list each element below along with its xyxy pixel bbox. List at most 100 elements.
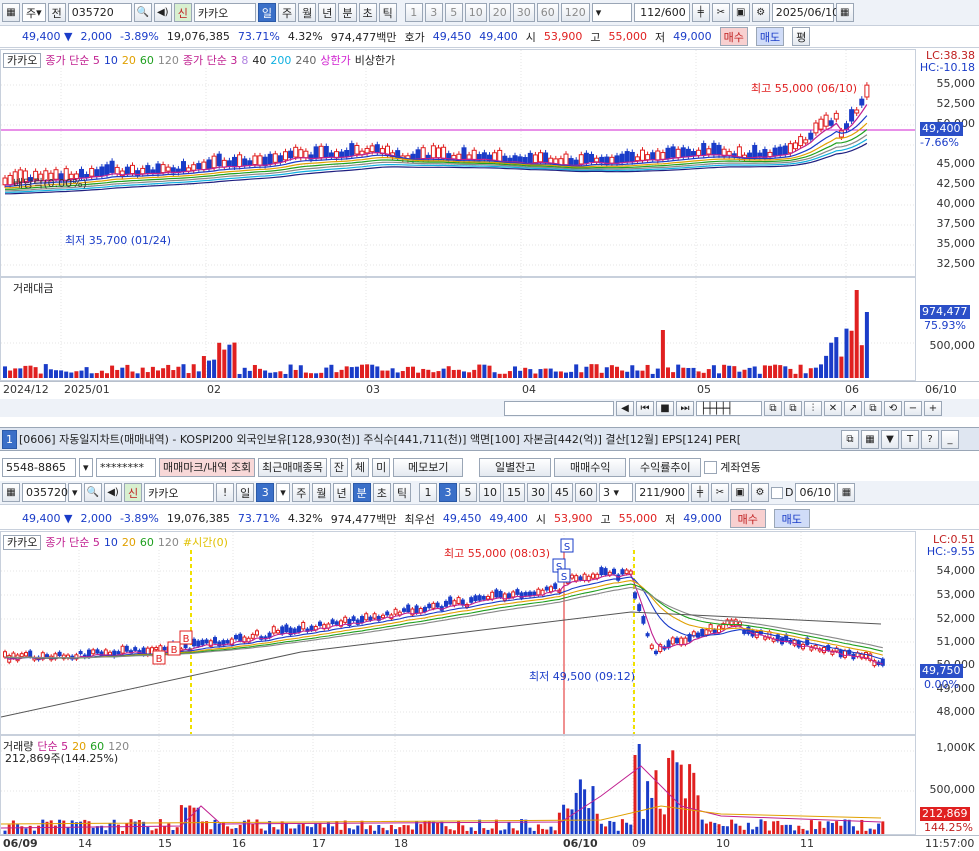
window-help-icon[interactable]: ? (921, 429, 939, 449)
search2-icon[interactable]: 🔍 (84, 483, 102, 502)
minus-icon[interactable]: − (904, 400, 922, 416)
stock-name[interactable]: 카카오 (193, 3, 256, 22)
code2-input[interactable]: 035720 (22, 483, 68, 502)
layout2-icon[interactable]: ⧉ (784, 400, 802, 416)
second2-button[interactable]: 초 (372, 483, 391, 502)
sell-button[interactable]: 매도 (755, 27, 785, 46)
date-field[interactable]: 2025/06/10 (771, 3, 839, 22)
plus-icon[interactable]: + (924, 400, 942, 416)
gear2-icon[interactable]: ⚙ (751, 483, 769, 502)
m15-button[interactable]: 15 (503, 483, 525, 502)
buy-button[interactable]: 매수 (719, 27, 748, 46)
draw-icon[interactable]: ✂ (711, 3, 730, 22)
minute-10-button[interactable]: 10 (464, 3, 487, 22)
legend-name[interactable]: 카카오 (3, 52, 42, 68)
m3-button[interactable]: 3 (439, 483, 457, 502)
week2-button[interactable]: 주 (292, 483, 311, 502)
forward-icon[interactable]: ⏭ (676, 400, 694, 416)
gear-icon[interactable]: ⚙ (751, 3, 770, 22)
minute-5-button[interactable]: 5 (444, 3, 463, 22)
password-field[interactable]: ******** (96, 457, 156, 477)
legend-ma-b[interactable]: 종가 단순 3 (183, 52, 237, 68)
daily-volume-panel[interactable]: 거래대금 (0, 277, 916, 381)
trade-mark-button[interactable]: 매매마크/내역 조회 (159, 457, 256, 477)
market-select[interactable]: 주 ▾ (22, 3, 46, 22)
link-checkbox[interactable] (704, 460, 718, 474)
return-trend-button[interactable]: 수익률추이 (629, 457, 702, 477)
speaker-icon[interactable]: ◀) (153, 3, 172, 22)
layout-icon[interactable]: ⧉ (764, 400, 782, 416)
candle-icon[interactable]: ╪ (691, 3, 710, 22)
interval-select[interactable]: 3 ▾ (599, 483, 633, 502)
d-checkbox[interactable] (771, 486, 783, 499)
balance-button[interactable]: 잔 (329, 457, 349, 477)
alert-button[interactable]: ! (216, 483, 235, 502)
year2-button[interactable]: 년 (332, 483, 351, 502)
period-month-button[interactable]: 월 (298, 3, 317, 22)
memo-button[interactable]: 메모보기 (393, 457, 464, 477)
daily-volume-chart[interactable] (1, 278, 915, 380)
period-year-button[interactable]: 년 (318, 3, 337, 22)
undo-icon[interactable]: ⟲ (884, 400, 902, 416)
account-select[interactable]: ▾ (79, 457, 93, 477)
stop-icon[interactable]: ■ (656, 400, 674, 416)
period-tick-button[interactable]: 틱 (378, 3, 397, 22)
scroll-track[interactable] (504, 400, 614, 416)
trade-profit-button[interactable]: 매매수익 (554, 457, 627, 477)
minute-volume-panel[interactable]: 거래량 단순 5 20 60 120 212,869주(144.25%) (0, 735, 916, 835)
window-grid-icon[interactable]: ▦ (861, 429, 879, 449)
daily-price-panel[interactable]: 카카오 종가 단순 5 10 20 60 120 종가 단순 3 8 40 20… (0, 49, 916, 277)
m30-button[interactable]: 30 (527, 483, 549, 502)
count2-field[interactable]: 211/900 (635, 483, 689, 502)
m45-button[interactable]: 45 (551, 483, 573, 502)
speaker2-icon[interactable]: ◀) (104, 483, 122, 502)
minute-30-button[interactable]: 30 (512, 3, 535, 22)
calendar-icon[interactable]: ▦ (835, 3, 854, 22)
cross-icon[interactable]: ✕ (824, 400, 842, 416)
count-field[interactable]: 112/600 (633, 3, 690, 22)
draw2-icon[interactable]: ⧉ (864, 400, 882, 416)
minute-20-button[interactable]: 20 (488, 3, 511, 22)
draw3-icon[interactable]: ✂ (711, 483, 729, 502)
month2-button[interactable]: 월 (312, 483, 331, 502)
minute-price-chart[interactable]: BBBSSS (0, 532, 915, 734)
rewind-icon[interactable]: ⏮ (636, 400, 654, 416)
minute-1-button[interactable]: 1 (404, 3, 423, 22)
window-index[interactable]: 1 (2, 429, 17, 449)
period-week-button[interactable]: 주 (278, 3, 297, 22)
date2-field[interactable]: 06/10 (795, 483, 836, 502)
grid-icon[interactable]: ▦ (2, 3, 20, 22)
minute-120-button[interactable]: 120 (560, 3, 590, 22)
legend2-name[interactable]: 카카오 (3, 534, 42, 550)
candle2-icon[interactable]: ╪ (691, 483, 709, 502)
fill-button[interactable]: 체 (351, 457, 370, 477)
save2-icon[interactable]: ▣ (731, 483, 749, 502)
prev-button[interactable]: 전 (47, 3, 66, 22)
buy2-button[interactable]: 매수 (729, 509, 766, 528)
grid2-icon[interactable]: ▦ (2, 483, 20, 502)
code2-select[interactable]: ▾ (68, 483, 82, 502)
window-pin-icon[interactable]: ▼ (881, 429, 899, 449)
day-count-select[interactable]: ▾ (276, 483, 291, 502)
minute-price-panel[interactable]: BBBSSS 카카오 종가 단순 5 10 20 60 120 #시간(0) 최… (0, 531, 916, 735)
calendar2-icon[interactable]: ▦ (837, 483, 856, 502)
minute-volume-chart[interactable] (0, 736, 915, 834)
m60-button[interactable]: 60 (575, 483, 597, 502)
stock2-name[interactable]: 카카오 (144, 483, 215, 502)
period-day-button[interactable]: 일 (257, 3, 277, 22)
m1-button[interactable]: 1 (419, 483, 437, 502)
stock-code-input[interactable]: 035720 (67, 3, 132, 22)
window-font-icon[interactable]: T (901, 429, 919, 449)
window-minimize-icon[interactable]: _ (941, 429, 959, 449)
minute-60-button[interactable]: 60 (536, 3, 559, 22)
sell2-button[interactable]: 매도 (773, 509, 810, 528)
trend-icon[interactable]: ↗ (844, 400, 862, 416)
legend2-ma[interactable]: 종가 단순 5 (45, 534, 99, 550)
unfilled-button[interactable]: 미 (372, 457, 391, 477)
m5-button[interactable]: 5 (459, 483, 477, 502)
legend-ma-a[interactable]: 종가 단순 5 (45, 52, 99, 68)
minute-3-button[interactable]: 3 (424, 3, 443, 22)
daily-balance-button[interactable]: 일별잔고 (479, 457, 552, 477)
minute2-button[interactable]: 분 (352, 483, 371, 502)
account-number[interactable]: 5548-8865 (2, 457, 76, 477)
